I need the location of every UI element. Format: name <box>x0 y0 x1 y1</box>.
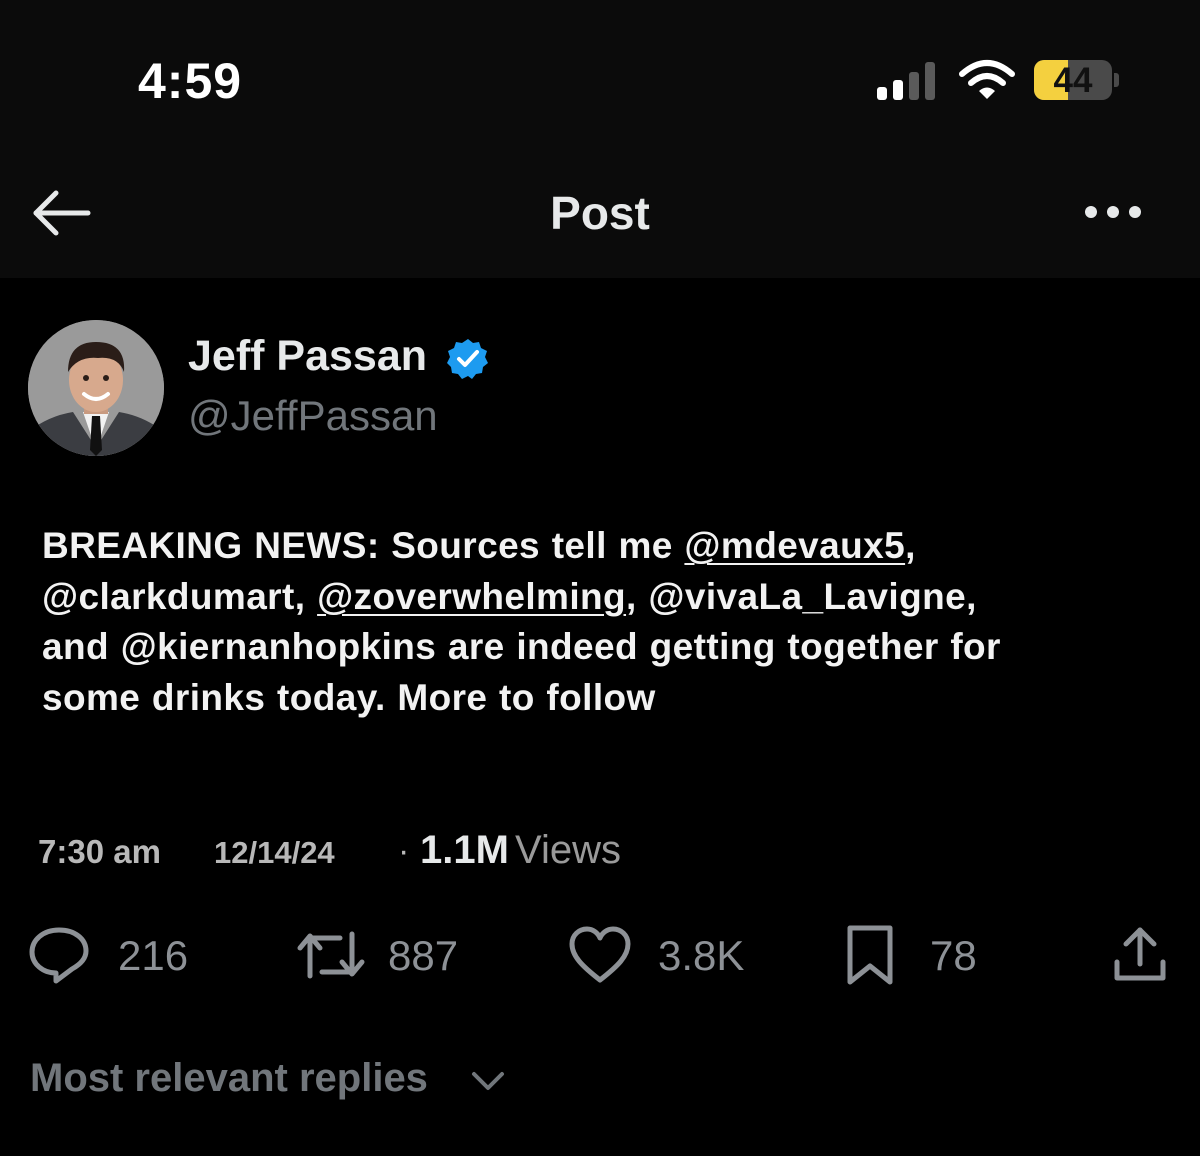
mention-link[interactable]: @zoverwhelming <box>317 576 626 617</box>
tweet-text-segment: , <box>905 525 916 566</box>
like-button[interactable]: 3.8K <box>568 924 768 986</box>
bookmark-button[interactable]: 78 <box>844 924 984 986</box>
battery-icon: 44 <box>1034 60 1112 100</box>
arrow-left-icon <box>33 190 91 236</box>
tweet-text: BREAKING NEWS: Sources tell me @mdevaux5… <box>42 521 1162 723</box>
views-label[interactable]: Views <box>515 828 621 873</box>
mention-link[interactable]: @mdevaux5 <box>684 525 905 566</box>
meta-separator: · <box>398 832 410 870</box>
reply-button[interactable]: 216 <box>28 924 198 986</box>
more-options-button[interactable] <box>1080 196 1146 228</box>
mention-link[interactable]: @kiernanhopkins <box>121 626 437 667</box>
back-button[interactable] <box>30 186 94 240</box>
tweet-text-segment: , <box>294 575 318 617</box>
replies-sort-label: Most relevant replies <box>30 1056 428 1100</box>
cellular-signal-icon <box>877 60 939 100</box>
status-time: 4:59 <box>138 53 243 109</box>
tweet-text-segment: , <box>626 575 649 617</box>
tweet-text-segment: and <box>42 626 121 667</box>
post-time: 7:30 am <box>38 833 161 870</box>
tweet-line: some drinks today. More to follow <box>42 673 1162 724</box>
battery-level: 44 <box>1053 61 1093 100</box>
author-handle[interactable]: @JeffPassan <box>188 392 438 440</box>
battery-cap <box>1114 73 1119 87</box>
tweet-line: @clarkdumart, @zoverwhelming, @vivaLa_La… <box>42 572 1162 623</box>
tweet-text-segment: some drinks today. More to follow <box>42 676 656 718</box>
bookmark-icon <box>847 925 893 985</box>
repost-button[interactable]: 887 <box>296 924 476 986</box>
chevron-down-icon <box>472 1072 504 1090</box>
views-count[interactable]: 1.1M <box>420 828 509 873</box>
avatar[interactable] <box>28 320 164 456</box>
more-horizontal-icon <box>1085 206 1141 218</box>
post-date: 12/14/24 <box>214 835 335 870</box>
share-icon <box>1114 927 1166 981</box>
like-count: 3.8K <box>658 932 745 979</box>
mention-link[interactable]: @clarkdumart <box>42 576 295 617</box>
repost-count: 887 <box>388 932 459 979</box>
tweet-text-segment: are indeed getting together for <box>436 626 1001 667</box>
verified-badge-icon <box>447 339 488 379</box>
wifi-icon <box>959 60 1015 99</box>
bookmark-count: 78 <box>930 932 977 979</box>
reply-count: 216 <box>118 932 189 979</box>
reply-icon <box>29 927 89 984</box>
tweet-line: BREAKING NEWS: Sources tell me @mdevaux5… <box>42 521 1162 572</box>
tweet-text-segment: , <box>966 575 977 617</box>
top-header-area <box>0 0 1200 278</box>
like-icon <box>569 926 631 983</box>
tweet-text-segment: BREAKING NEWS: Sources tell me <box>42 525 685 566</box>
avatar-image <box>28 320 164 456</box>
share-button[interactable] <box>1112 924 1172 986</box>
author-name[interactable]: Jeff Passan <box>188 332 427 381</box>
mention-link[interactable]: @vivaLa_Lavigne <box>648 576 966 617</box>
tweet-line: and @kiernanhopkins are indeed getting t… <box>42 622 1162 673</box>
replies-sort-dropdown[interactable]: Most relevant replies <box>30 1056 504 1106</box>
repost-icon <box>297 931 365 979</box>
